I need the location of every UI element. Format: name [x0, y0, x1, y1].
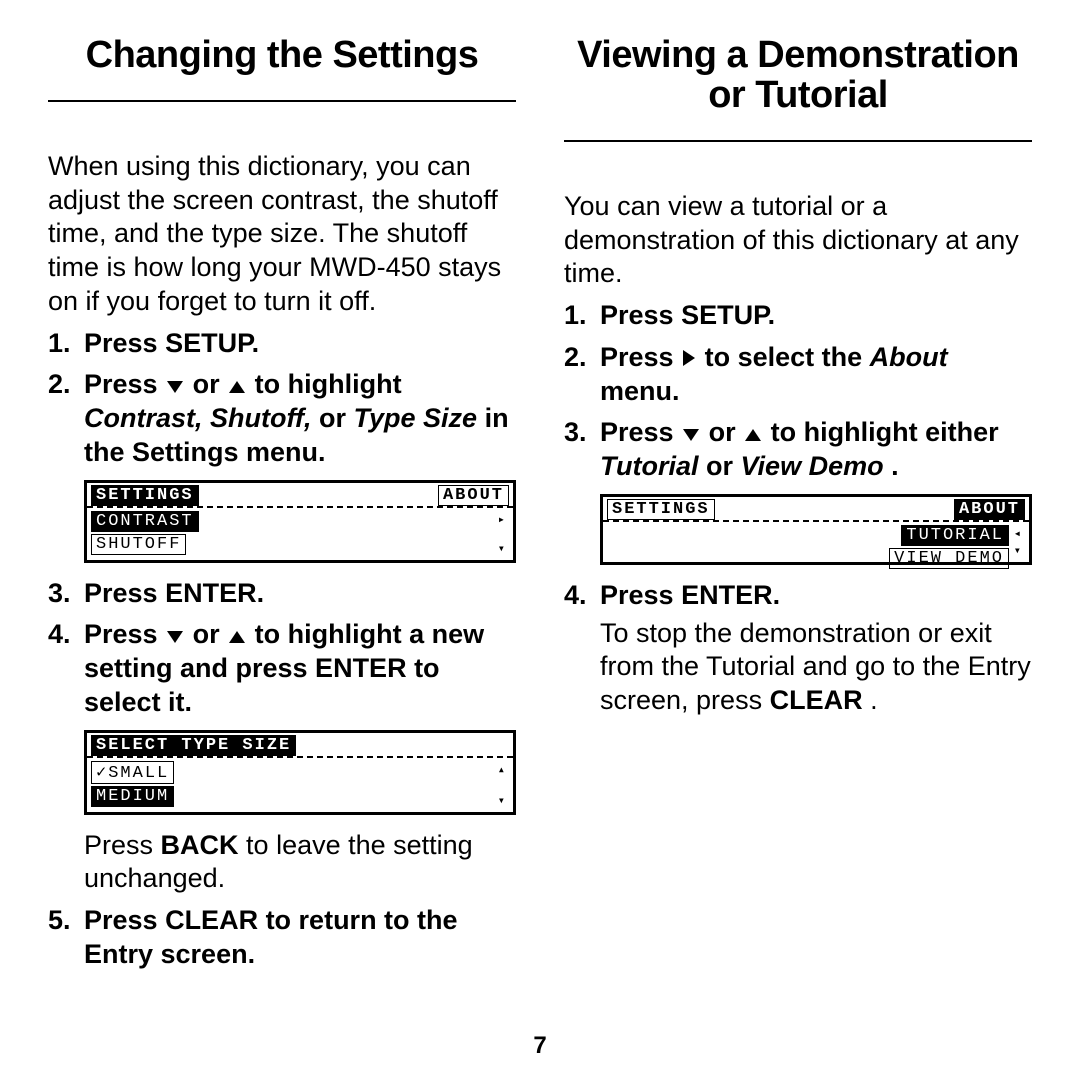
right-column: Viewing a Demonstration or Tutorial You … — [564, 24, 1032, 1024]
lcd-item-viewdemo: VIEW DEMO — [889, 548, 1009, 569]
lcd-title: SELECT TYPE SIZE — [91, 735, 296, 756]
intro-demo: You can view a tutorial or a demonstrati… — [564, 190, 1032, 291]
steps-demo: Press SETUP. Press to select the About m… — [564, 299, 1032, 484]
heading-settings: Changing the Settings — [48, 36, 516, 76]
lcd-settings-menu: SETTINGS ABOUT CONTRAST SHUTOFF ▸▾ — [84, 480, 516, 563]
heading-rule — [48, 100, 516, 102]
lcd-item-tutorial: TUTORIAL — [901, 525, 1009, 546]
step-2: Press or to highlight Contrast, Shutoff,… — [48, 368, 516, 469]
up-triangle-icon — [227, 629, 247, 645]
step-1: Press SETUP. — [48, 327, 516, 361]
step-4-note: Press BACK to leave the setting unchange… — [84, 829, 516, 897]
step-4: Press ENTER. To stop the demonstration o… — [564, 579, 1032, 718]
step-5: Press CLEAR to return to the Entry scree… — [48, 904, 516, 972]
down-triangle-icon — [681, 427, 701, 443]
step-3: Press or to highlight either Tutorial or… — [564, 416, 1032, 484]
steps-settings: Press SETUP. Press or to highlight Contr… — [48, 327, 516, 470]
heading-rule — [564, 140, 1032, 142]
lcd-item-small: ✓SMALL — [91, 761, 174, 784]
step-3: Press ENTER. — [48, 577, 516, 611]
lcd-scroll-arrows: ▴▾ — [498, 758, 507, 812]
lcd-about-menu: SETTINGS ABOUT TUTORIAL VIEW DEMO ◂▾ — [600, 494, 1032, 565]
lcd-scroll-arrows: ▸▾ — [498, 508, 507, 560]
intro-settings: When using this dictionary, you can adju… — [48, 150, 516, 319]
down-triangle-icon — [165, 379, 185, 395]
lcd-tab-settings: SETTINGS — [607, 499, 715, 520]
step-4: Press or to highlight a new setting and … — [48, 618, 516, 719]
step-1: Press SETUP. — [564, 299, 1032, 333]
step-2: Press to select the About menu. — [564, 341, 1032, 409]
down-triangle-icon — [165, 629, 185, 645]
heading-demo: Viewing a Demonstration or Tutorial — [564, 36, 1032, 116]
lcd-scroll-arrows: ◂▾ — [1014, 522, 1023, 562]
lcd-tab-about: ABOUT — [954, 499, 1025, 520]
lcd-item-shutoff: SHUTOFF — [91, 534, 186, 555]
lcd-type-size: SELECT TYPE SIZE ✓SMALL MEDIUM ▴▾ — [84, 730, 516, 815]
step-4-note: To stop the demonstration or exit from t… — [600, 617, 1032, 718]
page-number: 7 — [48, 1032, 1032, 1060]
lcd-tab-settings: SETTINGS — [91, 485, 199, 506]
lcd-tab-about: ABOUT — [438, 485, 509, 506]
lcd-item-medium: MEDIUM — [91, 786, 174, 807]
up-triangle-icon — [743, 427, 763, 443]
left-column: Changing the Settings When using this di… — [48, 24, 516, 1024]
right-triangle-icon — [681, 348, 697, 368]
lcd-item-contrast: CONTRAST — [91, 511, 199, 532]
up-triangle-icon — [227, 379, 247, 395]
